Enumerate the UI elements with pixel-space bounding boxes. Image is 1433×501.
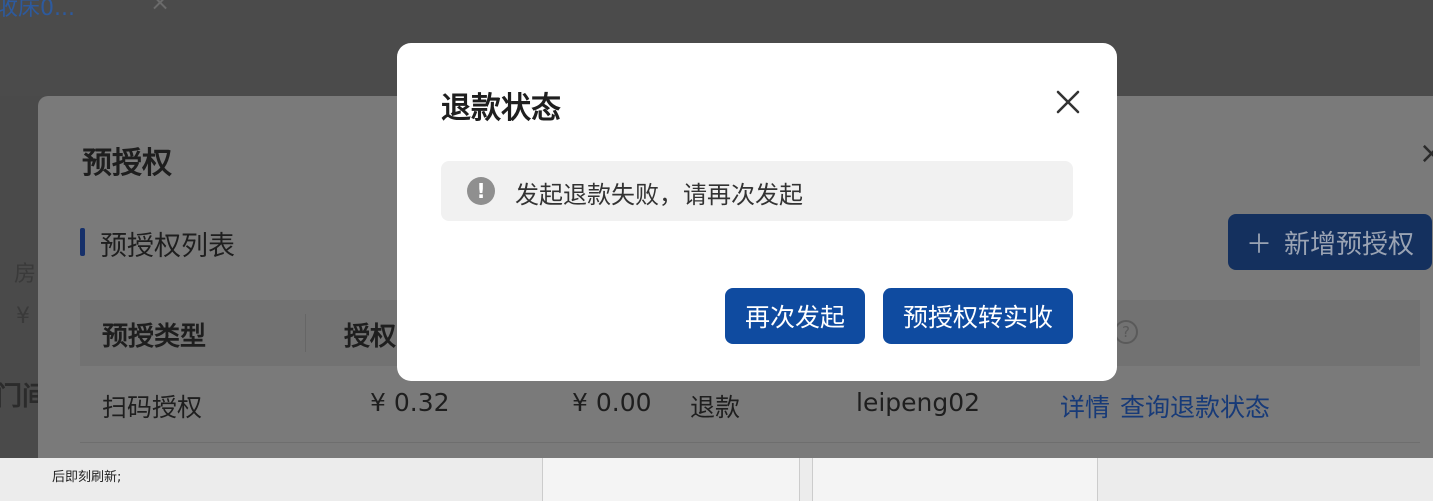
convert-to-payment-button[interactable]: 预授权转实收 [883,288,1073,344]
background-label: ¥ [16,304,30,329]
add-preauth-label: 新增预授权 [1284,229,1415,260]
background-tab-label: 收床0... [0,0,75,21]
query-refund-status-link[interactable]: 查询退款状态 [1120,388,1270,424]
background-thumbnail [812,458,1098,501]
help-icon[interactable]: ? [1114,320,1138,344]
cell-operator: leipeng02 [856,388,981,417]
section-accent-bar [80,228,85,256]
cell-type: 扫码授权 [102,393,203,422]
close-icon[interactable] [1051,85,1085,119]
exclamation-icon: ! [467,177,495,205]
detail-link[interactable]: 详情 [1060,388,1110,424]
retry-button[interactable]: 再次发起 [725,288,865,344]
background-tab-close-icon: × [150,0,171,16]
cell-amount: ¥ 0.00 [572,388,652,417]
column-header-type: 预授类型 [102,322,207,352]
section-title: 预授权列表 [100,231,235,262]
column-header-auth: 授权 [344,322,397,352]
background-thumbnail [542,458,800,501]
alert-text: 发起退款失败，请再次发起 [515,181,803,209]
plus-icon: ＋ [1245,229,1272,260]
cell-status: 退款 [690,393,741,422]
column-divider [305,314,306,352]
background-note: 后即刻刷新; [52,470,122,485]
drawer-title: 预授权 [82,146,172,181]
refund-status-modal: 退款状态 ! 发起退款失败，请再次发起 再次发起 预授权转实收 [397,43,1117,381]
drawer-close-icon[interactable]: × [1419,136,1433,171]
background-footer: 后即刻刷新; [0,458,1433,501]
background-label: 房 [14,262,37,287]
alert-message: ! 发起退款失败，请再次发起 [441,161,1073,221]
add-preauth-button[interactable]: ＋ 新增预授权 [1228,214,1432,270]
modal-title: 退款状态 [441,91,561,126]
cell-auth-amount: ¥ 0.32 [370,388,450,417]
